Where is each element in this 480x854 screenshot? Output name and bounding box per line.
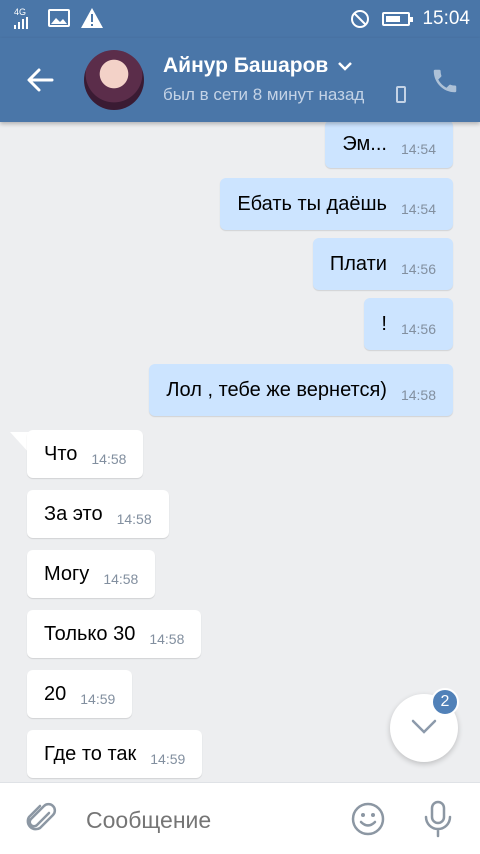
message-text: Могу: [44, 562, 90, 585]
avatar[interactable]: [84, 50, 144, 110]
phone-call-icon[interactable]: [430, 66, 460, 96]
message-time: 14:59: [80, 690, 116, 707]
message-text: Эм...: [342, 132, 387, 155]
message-time: 14:56: [400, 260, 436, 277]
message-incoming[interactable]: Что 14:58: [27, 430, 144, 478]
mobile-device-icon: [396, 86, 406, 103]
message-time: 14:54: [400, 140, 436, 157]
cellular-signal-icon: 4G: [14, 7, 38, 29]
message-outgoing[interactable]: Ебать ты даёшь 14:54: [220, 178, 453, 230]
paperclip-icon[interactable]: [24, 801, 60, 837]
message-text: Только 30: [44, 622, 136, 645]
last-seen-status: был в сети 8 минут назад: [163, 85, 365, 104]
message-time: 14:58: [103, 570, 139, 587]
warning-icon: [81, 8, 103, 28]
chat-header: Айнур Башаров был в сети 8 минут назад: [0, 38, 480, 122]
message-outgoing[interactable]: Плати 14:56: [312, 238, 453, 290]
message-text: Лол , тебе же вернется): [166, 378, 387, 401]
message-text: Что: [44, 442, 78, 465]
message-incoming[interactable]: Только 30 14:58: [27, 610, 202, 658]
message-outgoing[interactable]: Эм... 14:54: [325, 122, 453, 168]
message-text: Где то так: [44, 742, 137, 765]
status-bar: 4G 15:04: [0, 0, 480, 38]
message-time: 14:59: [150, 750, 186, 767]
message-time: 14:56: [400, 320, 436, 337]
message-outgoing[interactable]: ! 14:56: [364, 298, 453, 350]
message-text: 20: [44, 682, 67, 705]
chevron-down-icon: [338, 62, 353, 71]
message-text: Ебать ты даёшь: [237, 192, 387, 215]
microphone-icon[interactable]: [420, 799, 456, 839]
message-time: 14:54: [400, 200, 436, 217]
contact-name[interactable]: Айнур Башаров: [163, 54, 353, 78]
message-input-bar: [0, 782, 480, 854]
message-outgoing[interactable]: Лол , тебе же вернется) 14:58: [149, 364, 453, 416]
image-icon: [48, 9, 70, 27]
message-time: 14:58: [116, 510, 152, 527]
message-incoming[interactable]: За это 14:58: [27, 490, 169, 538]
network-type: 4G: [14, 7, 27, 17]
message-text: За это: [44, 502, 103, 525]
unread-count-badge: 2: [431, 688, 459, 716]
do-not-disturb-icon: [351, 10, 370, 28]
message-time: 14:58: [149, 630, 185, 647]
message-time: 14:58: [400, 386, 436, 403]
clock: 15:04: [422, 8, 470, 29]
emoji-icon[interactable]: [350, 801, 386, 837]
message-time: 14:58: [91, 450, 127, 467]
chevron-down-icon: [411, 719, 437, 734]
message-incoming[interactable]: Могу 14:58: [27, 550, 156, 598]
message-list[interactable]: Эм... 14:54 Ебать ты даёшь 14:54 Плати 1…: [0, 122, 480, 782]
message-incoming[interactable]: 20 14:59: [27, 670, 133, 718]
message-incoming[interactable]: Где то так 14:59: [27, 730, 203, 778]
message-text: !: [381, 312, 387, 335]
battery-icon: [382, 12, 414, 26]
contact-name-label: Айнур Башаров: [163, 54, 329, 77]
back-arrow-icon[interactable]: [22, 62, 58, 98]
message-input[interactable]: [86, 805, 326, 835]
message-text: Плати: [329, 252, 387, 275]
